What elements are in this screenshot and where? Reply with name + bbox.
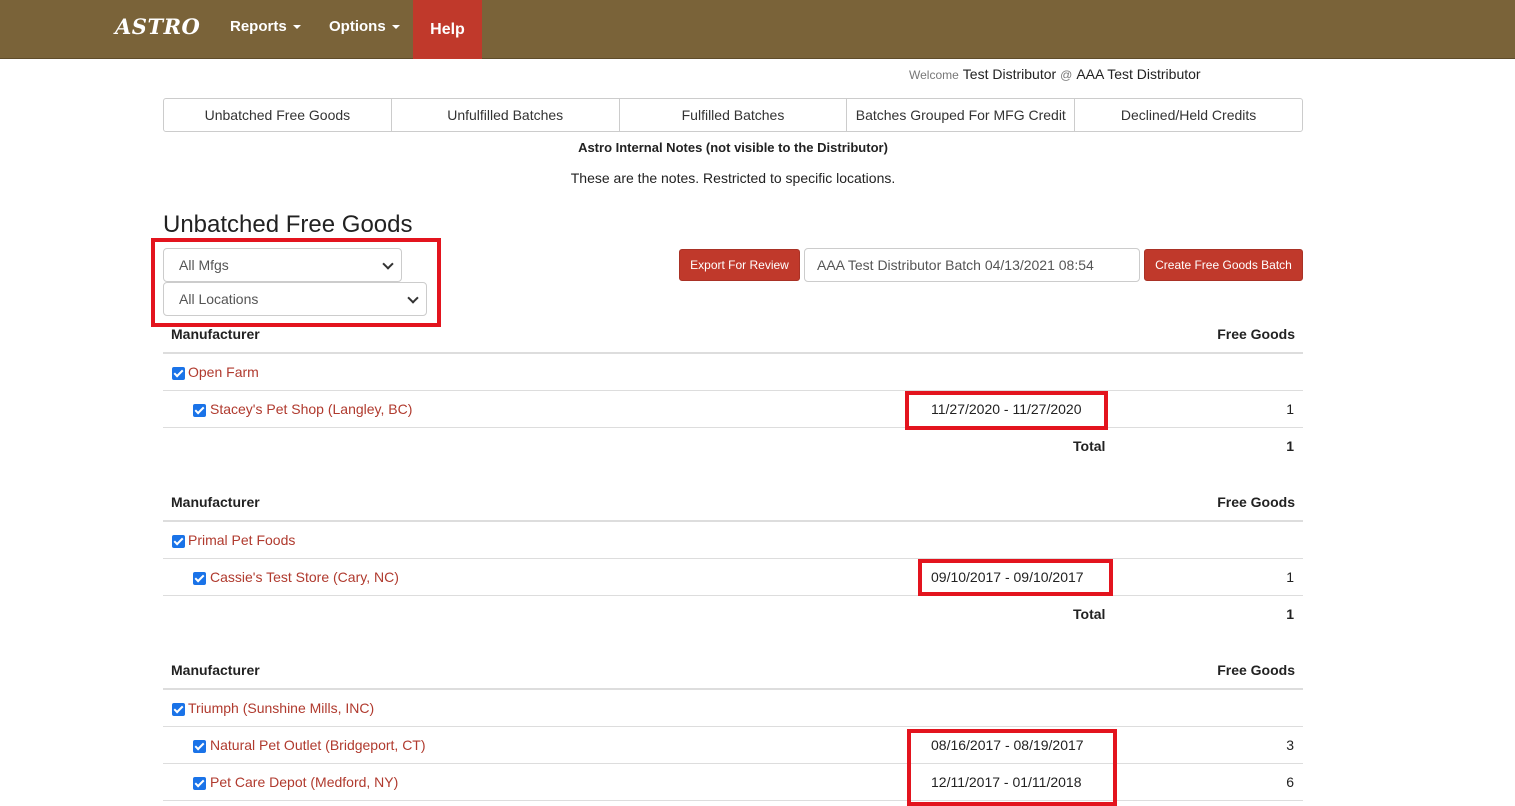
free-goods-qty: 3: [1286, 737, 1294, 753]
location-link[interactable]: Cassie's Test Store (Cary, NC): [210, 569, 399, 585]
location-row: Natural Pet Outlet (Bridgeport, CT) 08/1…: [163, 727, 1303, 764]
free-goods-qty: 6: [1286, 774, 1294, 790]
options-menu-label: Options: [329, 18, 386, 35]
total-label: Total: [1073, 438, 1106, 454]
manufacturer-row: Triumph (Sunshine Mills, INC): [163, 690, 1303, 727]
table-header: Manufacturer Free Goods: [163, 484, 1303, 522]
location-row: Pet Care Depot (Medford, NY) 12/11/2017 …: [163, 764, 1303, 801]
total-row: Total 1: [163, 428, 1303, 465]
free-goods-qty: 1: [1286, 401, 1294, 417]
manufacturer-row: Open Farm: [163, 354, 1303, 391]
welcome-at: @: [1060, 68, 1073, 82]
free-goods-column-header: Free Goods: [1217, 494, 1295, 510]
highlight-box-date: [907, 729, 1117, 806]
location-link[interactable]: Pet Care Depot (Medford, NY): [210, 774, 398, 790]
free-goods-qty: 1: [1286, 569, 1294, 585]
help-button[interactable]: Help: [413, 0, 482, 59]
manufacturer-column-header: Manufacturer: [171, 494, 260, 510]
highlight-box-date: [918, 559, 1113, 596]
create-free-goods-batch-button[interactable]: Create Free Goods Batch: [1144, 249, 1303, 281]
welcome-org: AAA Test Distributor: [1076, 66, 1201, 82]
tab-batches-grouped-mfg-credit[interactable]: Batches Grouped For MFG Credit: [846, 98, 1076, 132]
tab-unfulfilled-batches[interactable]: Unfulfilled Batches: [390, 98, 620, 132]
caret-down-icon: [292, 25, 301, 30]
welcome-label: Welcome: [909, 68, 959, 82]
location-row: Stacey's Pet Shop (Langley, BC) 11/27/20…: [163, 391, 1303, 428]
manufacturer-column-header: Manufacturer: [171, 326, 260, 342]
location-link[interactable]: Natural Pet Outlet (Bridgeport, CT): [210, 737, 426, 753]
tab-fulfilled-batches[interactable]: Fulfilled Batches: [618, 98, 848, 132]
free-goods-column-header: Free Goods: [1217, 662, 1295, 678]
reports-menu[interactable]: Reports: [230, 18, 301, 35]
location-checkbox[interactable]: [193, 740, 206, 753]
top-navbar: ASTRO Reports Options Help: [0, 0, 1515, 59]
internal-notes-body: These are the notes. Restricted to speci…: [570, 170, 896, 186]
total-label: Total: [1073, 606, 1106, 622]
manufacturer-link[interactable]: Primal Pet Foods: [188, 532, 295, 548]
manufacturer-checkbox[interactable]: [172, 535, 185, 548]
total-value: 1: [1286, 606, 1294, 622]
export-for-review-button[interactable]: Export For Review: [679, 249, 800, 281]
welcome-user: Test Distributor: [962, 66, 1057, 82]
location-checkbox[interactable]: [193, 777, 206, 790]
brand-logo[interactable]: ASTRO: [115, 14, 200, 39]
manufacturer-row: Primal Pet Foods: [163, 522, 1303, 559]
manufacturer-link[interactable]: Open Farm: [188, 364, 259, 380]
location-row: Cassie's Test Store (Cary, NC) 09/10/201…: [163, 559, 1303, 596]
manufacturer-checkbox[interactable]: [172, 703, 185, 716]
location-link[interactable]: Stacey's Pet Shop (Langley, BC): [210, 401, 412, 417]
table-header: Manufacturer Free Goods: [163, 316, 1303, 354]
highlight-box-filters: [151, 238, 441, 327]
location-checkbox[interactable]: [193, 572, 206, 585]
total-value: 1: [1286, 438, 1294, 454]
manufacturer-checkbox[interactable]: [172, 367, 185, 380]
caret-down-icon: [391, 25, 400, 30]
free-goods-column-header: Free Goods: [1217, 326, 1295, 342]
options-menu[interactable]: Options: [329, 18, 400, 35]
location-checkbox[interactable]: [193, 404, 206, 417]
welcome-text: Welcome Test Distributor @ AAA Test Distrib…: [909, 66, 1201, 82]
manufacturer-column-header: Manufacturer: [171, 662, 260, 678]
total-row: Total 1: [163, 596, 1303, 633]
tab-declined-held-credits[interactable]: Declined/Held Credits: [1074, 98, 1303, 132]
tab-unbatched-free-goods[interactable]: Unbatched Free Goods: [163, 98, 392, 132]
batch-tabs: Unbatched Free Goods Unfulfilled Batches…: [163, 98, 1303, 132]
manufacturer-link[interactable]: Triumph (Sunshine Mills, INC): [188, 700, 374, 716]
internal-notes-title: Astro Internal Notes (not visible to the…: [578, 140, 888, 155]
batch-name-input[interactable]: AAA Test Distributor Batch 04/13/2021 08…: [804, 248, 1140, 282]
reports-menu-label: Reports: [230, 18, 287, 35]
page-title: Unbatched Free Goods: [163, 211, 413, 238]
highlight-box-date: [905, 391, 1108, 430]
table-header: Manufacturer Free Goods: [163, 652, 1303, 690]
